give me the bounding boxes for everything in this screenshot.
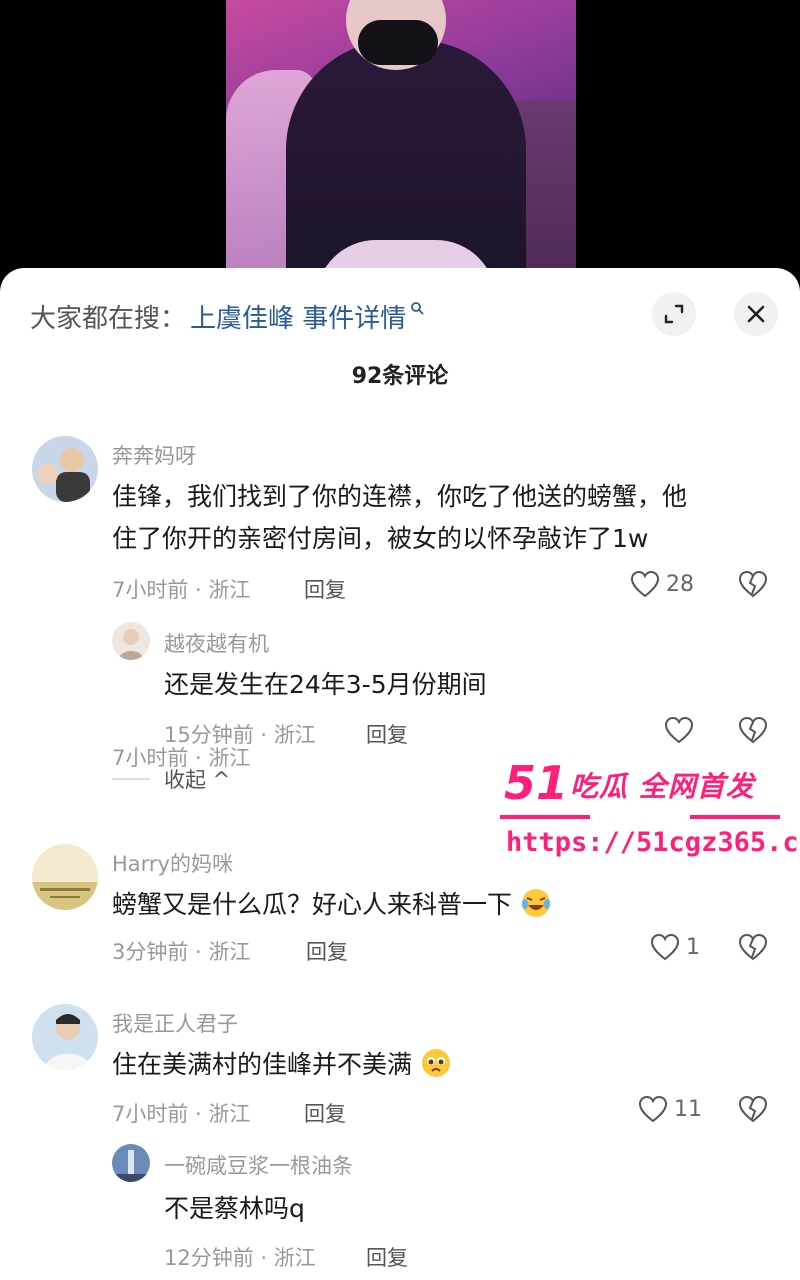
dislike-button[interactable] — [738, 1095, 768, 1127]
trending-search-prefix: 大家都在搜： — [30, 303, 187, 334]
video-player[interactable] — [0, 0, 800, 300]
avatar[interactable] — [32, 1004, 98, 1070]
comment-text-body: 住在美满村的佳峰并不美满 — [112, 1050, 413, 1079]
heart-icon — [650, 933, 680, 961]
close-icon — [747, 305, 765, 323]
watermark-line — [690, 815, 780, 819]
like-count: 1 — [686, 934, 700, 960]
comment-meta: 15分钟前 · 浙江 — [164, 723, 316, 747]
like-button[interactable]: 28 — [630, 570, 694, 598]
broken-heart-icon — [738, 933, 768, 961]
trending-search[interactable]: 大家都在搜： 上虞佳峰 事件详情 — [30, 296, 424, 336]
comment-username[interactable]: 我是正人君子 — [112, 1008, 238, 1038]
comment-text-line: 佳锋，我们找到了你的连襟，你吃了他送的螃蟹，他 — [112, 482, 688, 511]
comment-text: 佳锋，我们找到了你的连襟，你吃了他送的螃蟹，他 住了你开的亲密付房间，被女的以怀… — [112, 476, 687, 560]
reply-button[interactable]: 回复 — [304, 1098, 346, 1128]
watermark-url: https://51cgz365.com — [506, 827, 800, 858]
like-button[interactable]: 11 — [638, 1095, 702, 1123]
watermark-line — [500, 815, 590, 819]
comment-text-body: 螃蟹又是什么瓜？好心人来科普一下 — [112, 890, 513, 919]
svg-text:51: 51 — [504, 757, 568, 807]
crying-laughing-emoji-icon — [521, 889, 550, 917]
collapse-label: 收起 ^ — [164, 768, 231, 792]
like-button[interactable]: 1 — [650, 933, 700, 961]
comment-meta: 3分钟前 · 浙江 — [112, 940, 251, 964]
search-icon — [411, 302, 424, 315]
video-person-mask — [358, 20, 438, 65]
comment-text: 还是发生在24年3-5月份期间 — [164, 670, 487, 699]
reply-button[interactable]: 回复 — [366, 719, 408, 749]
avatar[interactable] — [112, 1144, 150, 1182]
like-count: 11 — [674, 1096, 702, 1122]
dislike-button[interactable] — [738, 716, 768, 748]
comment-text: 不是蔡林吗q — [164, 1194, 305, 1223]
collapse-replies-button[interactable]: 收起 ^ — [112, 764, 230, 794]
comment-count: 92条评论 — [351, 364, 449, 389]
reply-button[interactable]: 回复 — [366, 1242, 408, 1272]
comment-meta: 7小时前 · 浙江 — [112, 1102, 251, 1126]
video-frame[interactable] — [226, 0, 576, 300]
comment-meta: 12分钟前 · 浙江 — [164, 1246, 316, 1270]
comment-text: 螃蟹又是什么瓜？好心人来科普一下 — [112, 884, 552, 926]
comment-text: 住在美满村的佳峰并不美满 — [112, 1044, 452, 1086]
like-count: 28 — [666, 571, 694, 597]
expand-button[interactable] — [652, 292, 696, 336]
avatar[interactable] — [32, 436, 98, 502]
comment-text-line: 住了你开的亲密付房间，被女的以怀孕敲诈了1w — [112, 524, 649, 553]
close-button[interactable] — [734, 292, 778, 336]
heart-icon — [638, 1095, 668, 1123]
like-button[interactable] — [664, 716, 694, 744]
broken-heart-icon — [738, 716, 768, 744]
expand-icon — [664, 304, 684, 324]
avatar[interactable] — [112, 622, 150, 660]
reply-button[interactable]: 回复 — [304, 574, 346, 604]
dislike-button[interactable] — [738, 570, 768, 602]
dislike-button[interactable] — [738, 933, 768, 965]
broken-heart-icon — [738, 570, 768, 598]
watermark: 51 吃瓜 全网首发 https://51cgz365.com — [500, 757, 800, 865]
avatar[interactable] — [32, 844, 98, 910]
heart-icon — [664, 716, 694, 744]
comment-username[interactable]: Harry的妈咪 — [112, 848, 233, 878]
comment-username[interactable]: 越夜越有机 — [164, 628, 269, 658]
broken-heart-icon — [738, 1095, 768, 1123]
collapse-divider — [112, 778, 150, 780]
heart-icon — [630, 570, 660, 598]
comment-username[interactable]: 一碗咸豆浆一根油条 — [164, 1150, 353, 1180]
trending-search-term[interactable]: 上虞佳峰 事件详情 — [190, 298, 406, 335]
comment-meta: 7小时前 · 浙江 — [112, 578, 251, 602]
pleading-face-emoji-icon — [421, 1049, 450, 1077]
comment-username[interactable]: 奔奔妈呀 — [112, 440, 196, 470]
watermark-brand: 吃瓜 全网首发 — [570, 770, 755, 803]
watermark-logo-number: 51 — [504, 757, 568, 807]
reply-button[interactable]: 回复 — [306, 936, 348, 966]
